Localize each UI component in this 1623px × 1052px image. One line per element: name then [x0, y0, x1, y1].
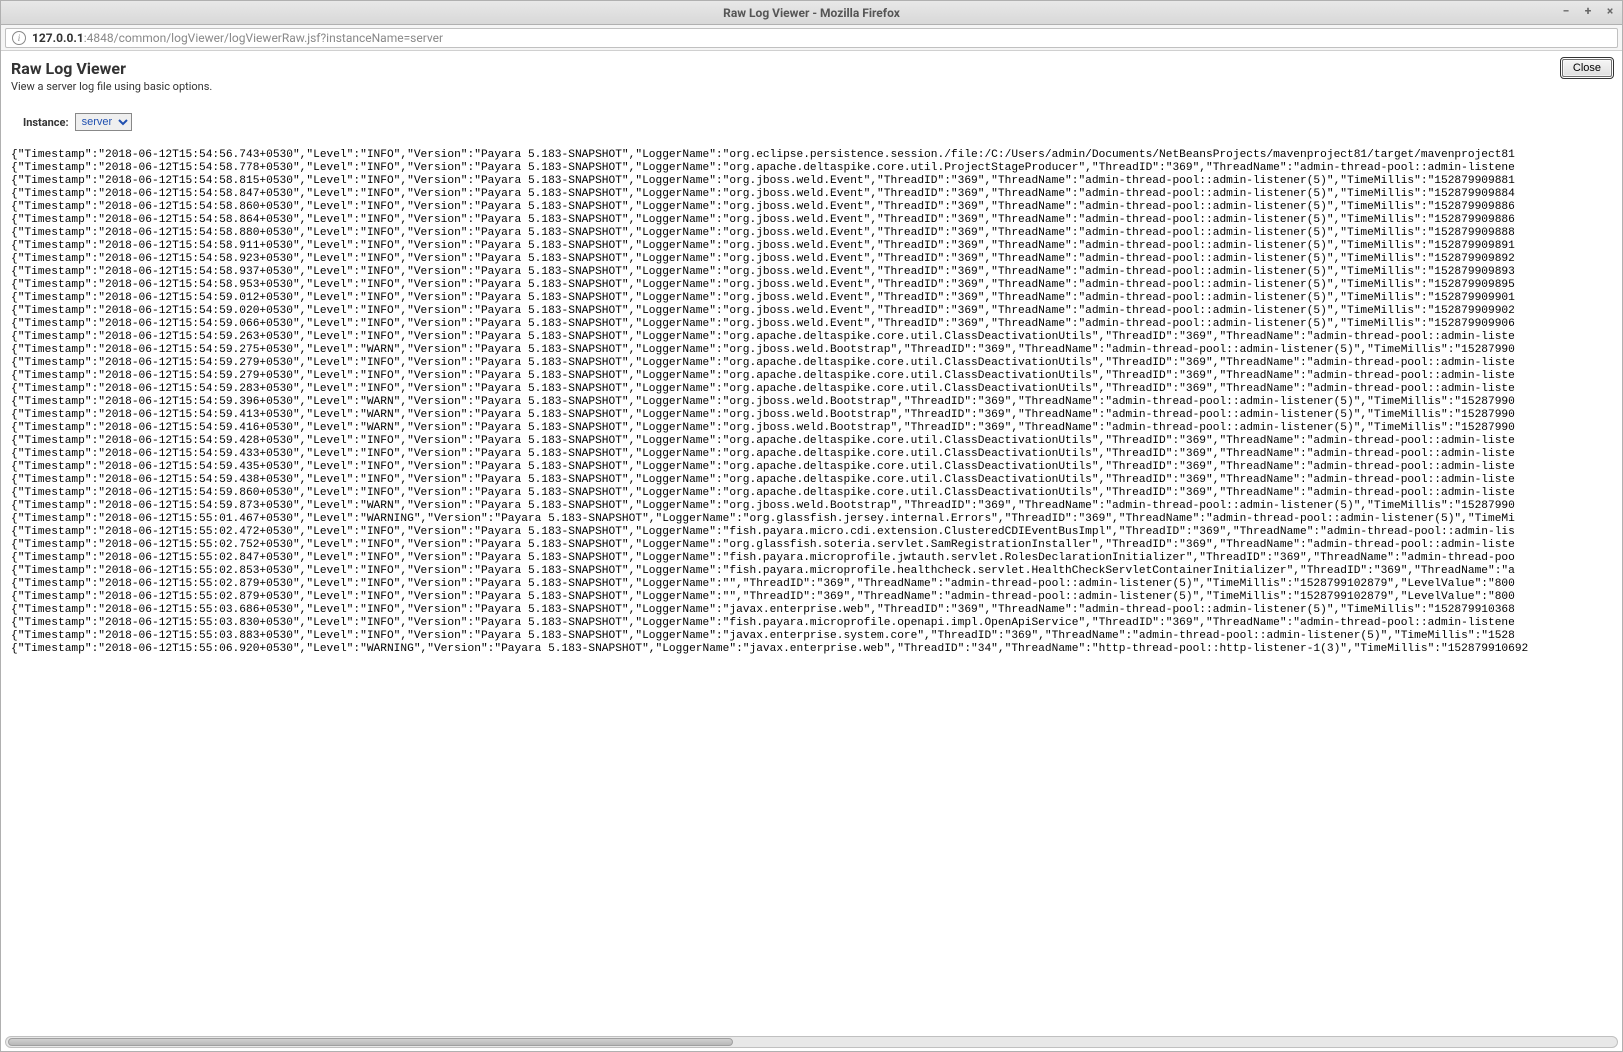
- log-line: {"Timestamp":"2018-06-12T15:54:58.953+05…: [11, 279, 1612, 292]
- close-button[interactable]: Close: [1562, 59, 1612, 77]
- log-line: {"Timestamp":"2018-06-12T15:54:59.279+05…: [11, 357, 1612, 370]
- log-line: {"Timestamp":"2018-06-12T15:54:59.428+05…: [11, 435, 1612, 448]
- log-line: {"Timestamp":"2018-06-12T15:54:58.911+05…: [11, 240, 1612, 253]
- log-line: {"Timestamp":"2018-06-12T15:54:58.937+05…: [11, 266, 1612, 279]
- log-line: {"Timestamp":"2018-06-12T15:54:59.263+05…: [11, 331, 1612, 344]
- instance-label: Instance:: [23, 116, 69, 129]
- log-line: {"Timestamp":"2018-06-12T15:54:58.880+05…: [11, 227, 1612, 240]
- log-line: {"Timestamp":"2018-06-12T15:54:58.923+05…: [11, 253, 1612, 266]
- minimize-icon[interactable]: −: [1558, 3, 1574, 19]
- log-line: {"Timestamp":"2018-06-12T15:54:59.433+05…: [11, 448, 1612, 461]
- log-line: {"Timestamp":"2018-06-12T15:55:02.853+05…: [11, 565, 1612, 578]
- log-line: {"Timestamp":"2018-06-12T15:55:02.752+05…: [11, 539, 1612, 552]
- log-line: {"Timestamp":"2018-06-12T15:54:58.847+05…: [11, 188, 1612, 201]
- log-line: {"Timestamp":"2018-06-12T15:54:59.275+05…: [11, 344, 1612, 357]
- instance-select[interactable]: server: [75, 113, 132, 131]
- log-line: {"Timestamp":"2018-06-12T15:55:01.467+05…: [11, 513, 1612, 526]
- url-host: 127.0.0.1: [32, 31, 84, 45]
- log-line: {"Timestamp":"2018-06-12T15:55:03.830+05…: [11, 617, 1612, 630]
- log-line: {"Timestamp":"2018-06-12T15:54:59.066+05…: [11, 318, 1612, 331]
- urlbar[interactable]: i 127.0.0.1 :4848/common/logViewer/logVi…: [5, 28, 1618, 48]
- log-line: {"Timestamp":"2018-06-12T15:54:59.873+05…: [11, 500, 1612, 513]
- log-line: {"Timestamp":"2018-06-12T15:55:02.879+05…: [11, 591, 1612, 604]
- log-line: {"Timestamp":"2018-06-12T15:54:58.778+05…: [11, 162, 1612, 175]
- log-line: {"Timestamp":"2018-06-12T15:55:02.879+05…: [11, 578, 1612, 591]
- log-line: {"Timestamp":"2018-06-12T15:54:59.860+05…: [11, 487, 1612, 500]
- log-line: {"Timestamp":"2018-06-12T15:55:03.686+05…: [11, 604, 1612, 617]
- instance-row: Instance: server: [23, 113, 1612, 131]
- url-path: :4848/common/logViewer/logViewerRaw.jsf?…: [84, 31, 443, 45]
- log-output: {"Timestamp":"2018-06-12T15:54:56.743+05…: [11, 149, 1612, 656]
- page-content: Raw Log Viewer View a server log file us…: [1, 51, 1622, 1051]
- log-line: {"Timestamp":"2018-06-12T15:55:02.847+05…: [11, 552, 1612, 565]
- log-line: {"Timestamp":"2018-06-12T15:54:59.012+05…: [11, 292, 1612, 305]
- page-title: Raw Log Viewer: [11, 59, 212, 78]
- log-line: {"Timestamp":"2018-06-12T15:54:59.396+05…: [11, 396, 1612, 409]
- log-line: {"Timestamp":"2018-06-12T15:54:59.279+05…: [11, 370, 1612, 383]
- log-line: {"Timestamp":"2018-06-12T15:55:03.883+05…: [11, 630, 1612, 643]
- page-subtitle: View a server log file using basic optio…: [11, 80, 212, 93]
- page-header: Raw Log Viewer View a server log file us…: [11, 59, 1612, 113]
- log-line: {"Timestamp":"2018-06-12T15:54:56.743+05…: [11, 149, 1612, 162]
- log-line: {"Timestamp":"2018-06-12T15:54:59.416+05…: [11, 422, 1612, 435]
- log-line: {"Timestamp":"2018-06-12T15:54:59.020+05…: [11, 305, 1612, 318]
- log-line: {"Timestamp":"2018-06-12T15:54:58.864+05…: [11, 214, 1612, 227]
- scroll-thumb[interactable]: [8, 1038, 733, 1046]
- window-title: Raw Log Viewer - Mozilla Firefox: [723, 6, 900, 20]
- log-line: {"Timestamp":"2018-06-12T15:54:59.283+05…: [11, 383, 1612, 396]
- log-line: {"Timestamp":"2018-06-12T15:54:58.815+05…: [11, 175, 1612, 188]
- scroll-track[interactable]: [5, 1036, 1618, 1048]
- window-controls: − + ×: [1558, 3, 1618, 19]
- log-line: {"Timestamp":"2018-06-12T15:55:06.920+05…: [11, 643, 1612, 656]
- log-line: {"Timestamp":"2018-06-12T15:54:59.438+05…: [11, 474, 1612, 487]
- browser-window: Raw Log Viewer - Mozilla Firefox − + × i…: [0, 0, 1623, 1052]
- horizontal-scrollbar[interactable]: [5, 1035, 1618, 1049]
- window-titlebar: Raw Log Viewer - Mozilla Firefox − + ×: [1, 1, 1622, 25]
- close-window-icon[interactable]: ×: [1602, 3, 1618, 19]
- log-line: {"Timestamp":"2018-06-12T15:54:59.413+05…: [11, 409, 1612, 422]
- log-line: {"Timestamp":"2018-06-12T15:54:59.435+05…: [11, 461, 1612, 474]
- urlbar-container: i 127.0.0.1 :4848/common/logViewer/logVi…: [1, 25, 1622, 51]
- log-line: {"Timestamp":"2018-06-12T15:55:02.472+05…: [11, 526, 1612, 539]
- log-line: {"Timestamp":"2018-06-12T15:54:58.860+05…: [11, 201, 1612, 214]
- info-icon[interactable]: i: [12, 31, 26, 45]
- maximize-icon[interactable]: +: [1580, 3, 1596, 19]
